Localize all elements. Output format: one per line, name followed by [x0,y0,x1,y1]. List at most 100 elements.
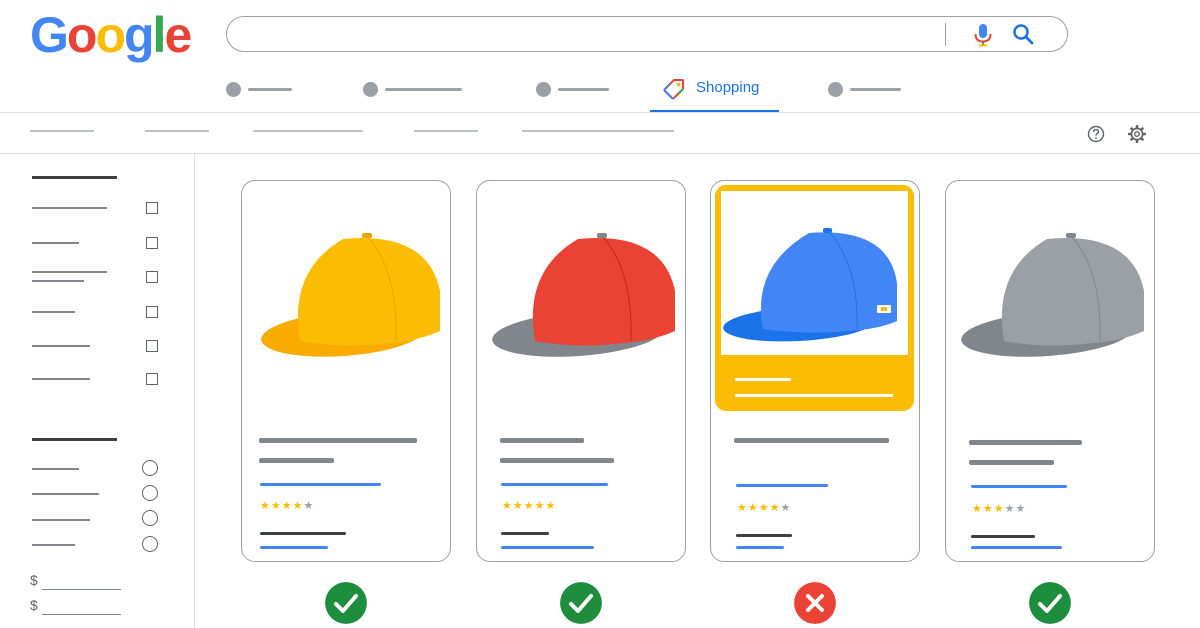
tab-dot-icon [828,81,843,97]
search-input[interactable] [226,16,1068,52]
filter-checkbox[interactable] [146,340,158,352]
product-card[interactable]: ★★★★★ [241,180,451,562]
tool-placeholder-3[interactable] [253,130,363,132]
product-link-line [260,546,328,549]
filter-option-label [32,271,107,273]
price-min-symbol: $ [30,572,38,588]
product-title-line [500,438,584,443]
product-price-line [971,485,1067,488]
tab-placeholder-3[interactable] [536,78,609,100]
price-max-input[interactable] [42,614,121,615]
rating-stars: ★★★★★ [737,502,792,514]
product-title-line [259,458,334,463]
check-icon [325,582,367,624]
magnifier-icon[interactable] [1011,22,1035,48]
tab-dot-icon [226,81,241,97]
cross-icon [794,582,836,624]
tab-placeholder-4[interactable] [828,78,901,100]
filter-option-label [32,493,99,495]
tab-label-placeholder [248,87,292,91]
filter-radio[interactable] [142,510,158,526]
filter-option-label [32,345,90,347]
filter-checkbox[interactable] [146,373,158,385]
logo-letter: G [30,7,69,63]
tab-label-placeholder [558,87,609,91]
filter-radio[interactable] [142,460,158,476]
price-max-symbol: $ [30,597,38,613]
rating-stars: ★★★★★ [502,500,557,512]
promo-line [735,378,791,381]
help-circle-icon[interactable] [1087,125,1105,143]
tool-placeholder-4[interactable] [414,130,478,132]
filter-option-label [32,468,79,470]
logo-letter: e [164,7,192,63]
product-link-line [501,546,594,549]
filter-radio[interactable] [142,536,158,552]
filter-checkbox[interactable] [146,306,158,318]
tab-placeholder-1[interactable] [226,78,292,100]
cap-image [492,233,675,357]
product-store-line [736,534,792,537]
filter-checkbox[interactable] [146,202,158,214]
filter-option-label [32,242,79,244]
tab-label-placeholder [850,87,901,91]
product-title-line [969,460,1054,465]
filter-option-label [32,544,75,546]
product-price-line [260,483,381,486]
product-title-line [969,440,1082,445]
price-min-input[interactable] [42,589,121,590]
toolbar-divider [0,153,1200,154]
shopping-tag-icon [663,79,684,100]
check-icon [1029,582,1071,624]
tab-dot-icon [536,81,551,97]
product-store-line [971,535,1035,538]
google-logo[interactable]: Google [30,6,192,64]
microphone-icon[interactable] [971,22,995,48]
product-title-line [500,458,614,463]
product-store-line [501,532,549,535]
filter-option-label [32,207,107,209]
cap-image [961,233,1144,357]
filter-group-heading [32,176,117,179]
product-link-line [736,546,784,549]
tool-placeholder-1[interactable] [30,130,94,132]
filter-option-label [32,378,90,380]
logo-letter: g [124,7,155,63]
tool-placeholder-2[interactable] [145,130,209,132]
filter-checkbox[interactable] [146,271,158,283]
product-card[interactable]: ★★★★★ [476,180,686,562]
filter-option-label [32,311,75,313]
gear-icon[interactable] [1127,124,1147,144]
product-price-line [501,483,608,486]
tab-label-placeholder [385,87,462,91]
rating-stars: ★★★★★ [972,503,1027,515]
promo-line [735,394,893,397]
product-card-featured[interactable]: ★★★★★ [710,180,920,562]
tab-placeholder-2[interactable] [363,78,462,100]
tool-placeholder-5[interactable] [522,130,674,132]
filter-option-label [32,519,90,521]
product-card[interactable]: ★★★★★ [945,180,1155,562]
product-link-line [971,546,1062,549]
product-store-line [260,532,346,535]
featured-highlight [715,185,914,411]
search-divider [945,23,946,46]
product-price-line [736,484,828,487]
filter-option-label [32,280,84,282]
product-title-line [734,438,889,443]
header-divider [0,112,1200,113]
filter-checkbox[interactable] [146,237,158,249]
tab-shopping[interactable]: Shopping [650,76,780,114]
filter-radio[interactable] [142,485,158,501]
check-icon [560,582,602,624]
logo-letter: l [152,7,167,63]
filter-group-heading [32,438,117,441]
tab-dot-icon [363,81,378,97]
cap-image [261,233,440,357]
sidebar-divider [194,154,195,628]
product-title-line [259,438,417,443]
tab-shopping-label: Shopping [696,79,760,96]
rating-stars: ★★★★★ [260,500,315,512]
logo-letter: o [66,7,98,63]
cap-image [723,228,897,342]
